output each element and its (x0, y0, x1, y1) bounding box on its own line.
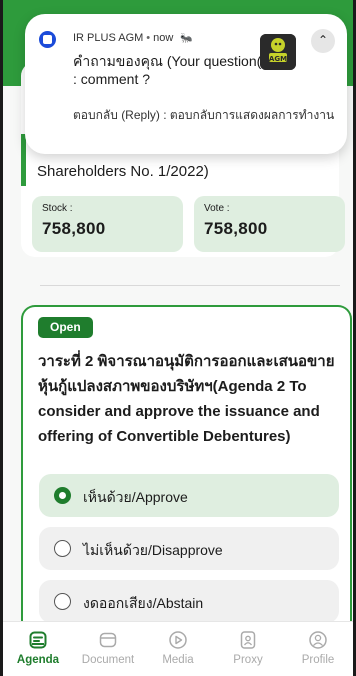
notification-title: คำถามของคุณ (Your question(s)) : comment… (73, 53, 278, 87)
notification-header: IR PLUS AGM • now 🐜 (73, 32, 193, 44)
nav-label: Proxy (233, 654, 263, 666)
bottom-nav: Agenda Document Media Proxy Profile (3, 621, 353, 676)
nav-label: Agenda (16, 654, 60, 666)
divider (40, 285, 340, 286)
app-small-icon (39, 31, 56, 48)
vote-option-label: งดออกเสียง/Abstain (83, 595, 204, 611)
nav-label: Profile (301, 654, 335, 666)
notification-app-name: IR PLUS AGM (73, 32, 144, 44)
stock-box: Stock : 758,800 (32, 196, 183, 252)
agm-logo-text: AGM (269, 55, 287, 63)
vote-value: 758,800 (204, 219, 268, 238)
status-bar (0, 0, 356, 14)
vote-option-abstain[interactable]: งดออกเสียง/Abstain (39, 580, 339, 623)
agenda-icon (29, 631, 47, 649)
meeting-card-accent (21, 134, 26, 186)
vote-option-label: ไม่เห็นด้วย/Disapprove (83, 542, 223, 558)
stock-value: 758,800 (42, 219, 106, 238)
frame-left (0, 0, 3, 676)
nav-profile[interactable]: Profile (283, 622, 353, 676)
notification-time: now (153, 32, 174, 44)
stock-label: Stock : (42, 203, 73, 214)
vote-option-disapprove[interactable]: ไม่เห็นด้วย/Disapprove (39, 527, 339, 570)
notification-body: ตอบกลับ (Reply) : ตอบกลับการแสดงผลการทำง… (73, 108, 335, 122)
document-icon (99, 632, 117, 648)
vote-label: Vote : (204, 203, 230, 214)
nav-proxy[interactable]: Proxy (213, 622, 283, 676)
nav-media[interactable]: Media (143, 622, 213, 676)
agenda-card: Open วาระที่ 2 พิจารณาอนุมัติการออกและเส… (21, 305, 352, 635)
nav-label: Document (81, 654, 135, 666)
radio-selected-icon[interactable] (54, 487, 71, 504)
notification-card[interactable]: IR PLUS AGM • now 🐜 คำถามของคุณ (Your ques… (25, 14, 347, 154)
vote-option-approve[interactable]: เห็นด้วย/Approve (39, 474, 339, 517)
collapse-button[interactable]: ⌃ (311, 29, 335, 53)
nav-label: Media (162, 654, 194, 666)
profile-icon (309, 631, 327, 649)
nav-document[interactable]: Document (73, 622, 143, 676)
radio-icon[interactable] (54, 593, 71, 610)
meeting-name: Shareholders No. 1/2022) (37, 163, 209, 180)
nav-agenda[interactable]: Agenda (3, 622, 73, 676)
agenda-title: วาระที่ 2 พิจารณาอนุมัติการออกและเสนอขาย… (38, 353, 335, 445)
proxy-icon (240, 631, 256, 649)
agenda-status-badge: Open (38, 317, 93, 338)
vote-option-label: เห็นด้วย/Approve (83, 489, 188, 505)
media-icon (169, 631, 187, 649)
vote-box: Vote : 758,800 (194, 196, 345, 252)
pin-icon: 🐜 (180, 33, 193, 44)
radio-icon[interactable] (54, 540, 71, 557)
agm-logo: AGM (260, 34, 296, 70)
chevron-up-icon: ⌃ (317, 33, 329, 47)
